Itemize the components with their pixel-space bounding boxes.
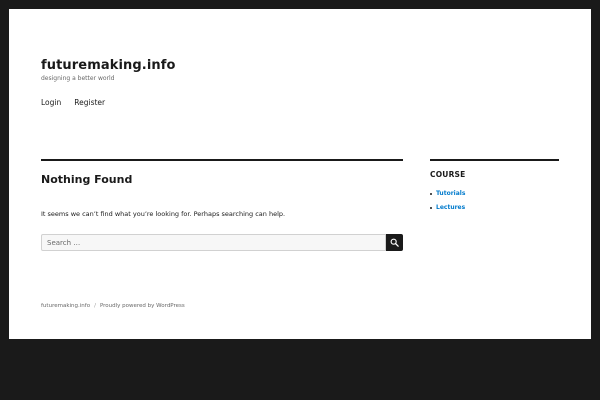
- search-form: [41, 234, 403, 251]
- list-item: Tutorials: [430, 187, 465, 201]
- main-navigation: Login Register: [41, 98, 105, 107]
- footer-site-link[interactable]: futuremaking.info: [41, 303, 90, 309]
- bullet-icon: [430, 207, 432, 209]
- sidebar-item-lectures[interactable]: Lectures: [436, 201, 465, 215]
- site-description: designing a better world: [41, 75, 115, 82]
- bullet-icon: [430, 193, 432, 195]
- footer-separator: /: [94, 303, 96, 309]
- no-results-message: It seems we can’t find what you’re looki…: [41, 210, 286, 218]
- nav-item-register[interactable]: Register: [74, 98, 105, 107]
- search-submit-button[interactable]: [386, 234, 403, 251]
- sidebar-widget-title: COURSE: [430, 170, 466, 179]
- site-footer: futuremaking.info / Proudly powered by W…: [41, 303, 185, 309]
- page-title: Nothing Found: [41, 173, 133, 186]
- site-page: futuremaking.info designing a better wor…: [9, 9, 591, 339]
- sidebar-widget-list: Tutorials Lectures: [430, 187, 465, 215]
- footer-powered-by-link[interactable]: Proudly powered by WordPress: [100, 303, 185, 309]
- sidebar-divider: [430, 159, 559, 161]
- sidebar-item-tutorials[interactable]: Tutorials: [436, 187, 465, 201]
- search-input[interactable]: [41, 234, 386, 251]
- content-divider: [41, 159, 403, 161]
- site-title-link[interactable]: futuremaking.info: [41, 58, 176, 73]
- list-item: Lectures: [430, 201, 465, 215]
- search-icon: [390, 238, 399, 247]
- nav-item-login[interactable]: Login: [41, 98, 61, 107]
